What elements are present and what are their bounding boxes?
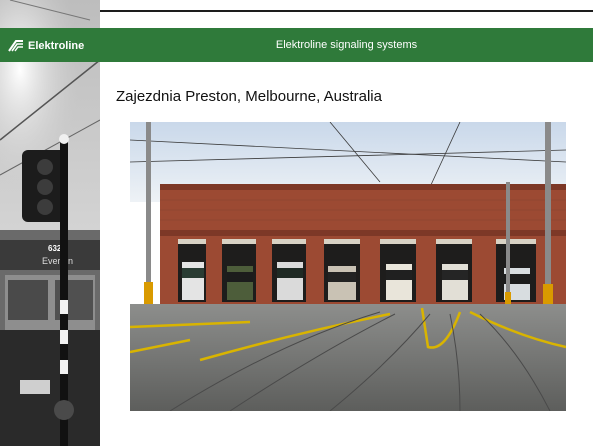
logo-mark-icon <box>8 40 23 52</box>
logo-text: Elektroline <box>28 40 85 52</box>
tram-number: 632 <box>48 244 62 253</box>
depot-photo <box>130 122 566 411</box>
top-rule <box>100 10 593 12</box>
slide-title: Zajezdnia Preston, Melbourne, Australia <box>116 88 382 105</box>
header-title: Elektroline signaling systems <box>275 39 418 51</box>
tram-sign: Everton <box>42 256 73 266</box>
slide: 632 Everton Elektroline Elektroline sign… <box>0 0 593 446</box>
elektroline-logo: Elektroline <box>8 38 84 54</box>
traffic-signal-photo: 632 Everton <box>0 0 100 446</box>
